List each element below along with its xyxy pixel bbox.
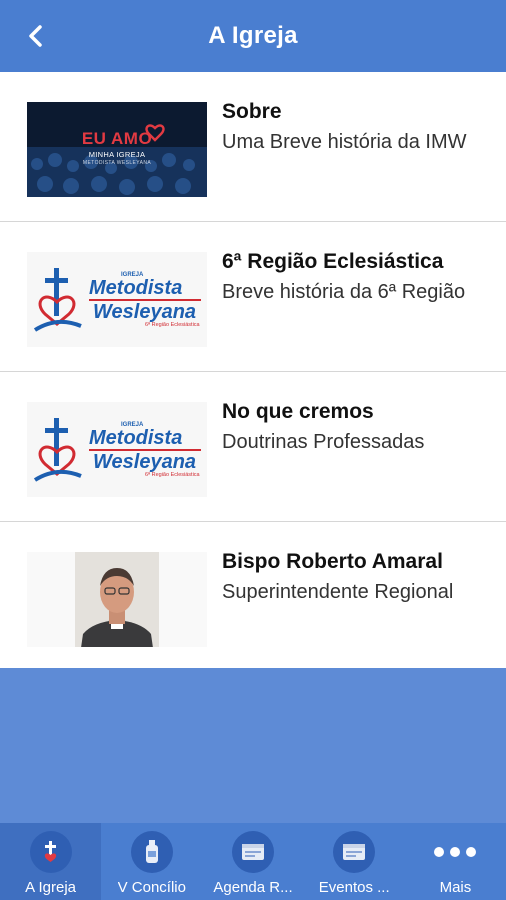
- banner-title: EU AMO: [81, 129, 153, 148]
- tab-label: Agenda R...: [213, 879, 293, 896]
- bottle-icon: [130, 831, 173, 873]
- events-icon: [333, 831, 376, 873]
- list-item-regiao[interactable]: IGREJA Metodista Wesleyana 6ª Região Ecl…: [0, 222, 506, 372]
- item-title: 6ª Região Eclesiástica: [222, 250, 444, 273]
- church-icon: [29, 831, 72, 873]
- logo-line-1: Metodista: [89, 277, 183, 299]
- logo-tagline: 6ª Região Eclesiástica: [145, 472, 200, 478]
- banner-subtitle: MINHA IGREJA: [88, 150, 146, 159]
- chevron-left-icon: [29, 25, 42, 47]
- bishop-portrait-image: [27, 552, 207, 647]
- bottom-tab-bar: A Igreja V Concílio Agenda R... Eventos …: [0, 823, 506, 900]
- app-frame: A Igreja EU AMO MINHA IGREJA METODISTA W…: [0, 0, 506, 900]
- logo-tagline: 6ª Região Eclesiástica: [145, 322, 200, 328]
- item-title: Bispo Roberto Amaral: [222, 550, 443, 573]
- logo-thumbnail: IGREJA Metodista Wesleyana 6ª Região Ecl…: [27, 252, 207, 347]
- page-title: A Igreja: [208, 22, 298, 49]
- banner-caption: METODISTA WESLEYANA: [82, 159, 152, 166]
- tab-mais[interactable]: Mais: [405, 823, 506, 900]
- content-list: EU AMO MINHA IGREJA METODISTA WESLEYANA …: [0, 72, 506, 671]
- portrait-thumbnail: [27, 552, 207, 647]
- calendar-icon: [232, 831, 274, 873]
- tab-eventos[interactable]: Eventos ...: [304, 823, 405, 900]
- item-title: Sobre: [222, 100, 282, 123]
- logo-line-1: Metodista: [89, 427, 183, 449]
- logo-thumbnail: IGREJA Metodista Wesleyana 6ª Região Ecl…: [27, 402, 207, 497]
- tab-label: A Igreja: [25, 879, 77, 896]
- list-item-sobre[interactable]: EU AMO MINHA IGREJA METODISTA WESLEYANA …: [0, 72, 506, 222]
- top-bar: A Igreja: [0, 0, 506, 73]
- tab-label: Eventos ...: [318, 879, 390, 896]
- tab-label: Mais: [439, 879, 472, 896]
- more-icon: [434, 831, 477, 873]
- tab-label: V Concílio: [117, 879, 186, 896]
- tab-agenda[interactable]: Agenda R...: [202, 823, 303, 900]
- list-item-bispo[interactable]: Bispo Roberto Amaral Superintendente Reg…: [0, 522, 506, 671]
- item-subtitle: Uma Breve história da IMW: [222, 131, 467, 153]
- item-subtitle: Doutrinas Professadas: [222, 431, 425, 453]
- list-item-cremos[interactable]: IGREJA Metodista Wesleyana 6ª Região Ecl…: [0, 372, 506, 522]
- item-subtitle: Superintendente Regional: [222, 581, 454, 603]
- logo-line-2: Wesleyana: [93, 451, 197, 473]
- back-button[interactable]: [18, 18, 54, 54]
- item-title: No que cremos: [222, 400, 374, 423]
- banner-thumbnail: EU AMO MINHA IGREJA METODISTA WESLEYANA: [27, 102, 207, 197]
- tab-a-igreja[interactable]: A Igreja: [0, 823, 102, 900]
- logo-line-2: Wesleyana: [93, 301, 197, 323]
- item-subtitle: Breve história da 6ª Região: [222, 281, 466, 303]
- empty-area: [0, 668, 506, 823]
- tab-v-concilio[interactable]: V Concílio: [101, 823, 202, 900]
